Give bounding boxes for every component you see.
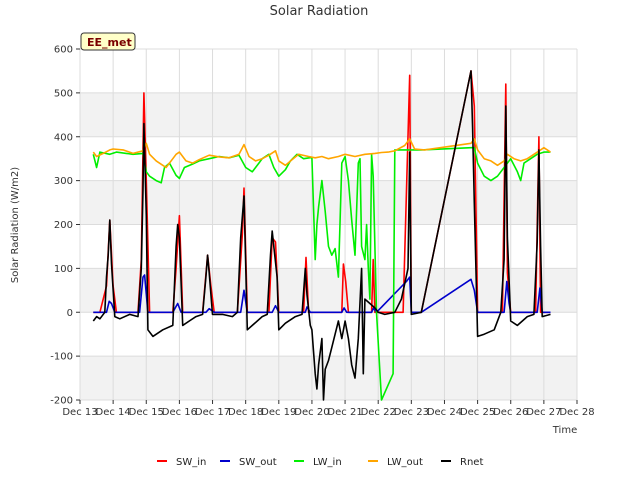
y-axis-title: Solar Radiation (W/m2): [10, 167, 21, 283]
x-tick-label: Dec 23: [394, 407, 429, 418]
chart-title: Solar Radiation: [270, 4, 369, 19]
y-tick-label: -200: [50, 396, 73, 407]
y-axis-ticks: -200 -100 0 100 200 300 400 500 600: [50, 45, 80, 407]
x-tick-label: Dec 27: [526, 407, 561, 418]
station-badge-label: EE_met: [87, 36, 132, 49]
legend: SW_in SW_out LW_in LW_out Rnet: [157, 457, 483, 468]
x-axis-ticks: Dec 13Dec 14Dec 15Dec 16Dec 17Dec 18Dec …: [62, 400, 595, 418]
solar-radiation-chart: Solar Radiation -200 -100 0 100 200 300 400 500…: [10, 4, 595, 468]
station-badge: EE_met: [80, 32, 136, 51]
y-tick-label: 600: [54, 45, 73, 56]
x-tick-label: Dec 13: [62, 407, 97, 418]
y-tick-label: 0: [67, 308, 73, 319]
x-tick-label: Dec 26: [493, 407, 528, 418]
x-tick-label: Dec 20: [294, 407, 329, 418]
y-tick-label: 400: [54, 132, 73, 143]
x-tick-label: Dec 17: [195, 407, 230, 418]
x-tick-label: Dec 22: [361, 407, 396, 418]
y-tick-label: 200: [54, 220, 73, 231]
x-tick-label: Dec 28: [559, 407, 594, 418]
x-tick-label: Dec 14: [96, 407, 131, 418]
x-tick-label: Dec 24: [427, 407, 462, 418]
x-tick-label: Dec 18: [228, 407, 263, 418]
y-tick-label: 100: [54, 264, 73, 275]
x-axis-title: Time: [552, 425, 577, 436]
y-tick-label: 500: [54, 88, 73, 99]
legend-label-sw-in: SW_in: [176, 457, 206, 468]
plot-band: [80, 92, 577, 137]
legend-label-sw-out: SW_out: [239, 457, 277, 468]
legend-label-lw-out: LW_out: [387, 457, 423, 468]
legend-label-lw-in: LW_in: [313, 457, 342, 468]
x-tick-label: Dec 15: [129, 407, 164, 418]
y-tick-label: 300: [54, 176, 73, 187]
y-tick-label: -100: [50, 352, 73, 363]
x-tick-label: Dec 25: [460, 407, 495, 418]
plot-band: [80, 180, 577, 225]
x-tick-label: Dec 21: [327, 407, 362, 418]
x-tick-label: Dec 16: [162, 407, 197, 418]
x-tick-label: Dec 19: [261, 407, 296, 418]
legend-label-rnet: Rnet: [460, 457, 483, 468]
